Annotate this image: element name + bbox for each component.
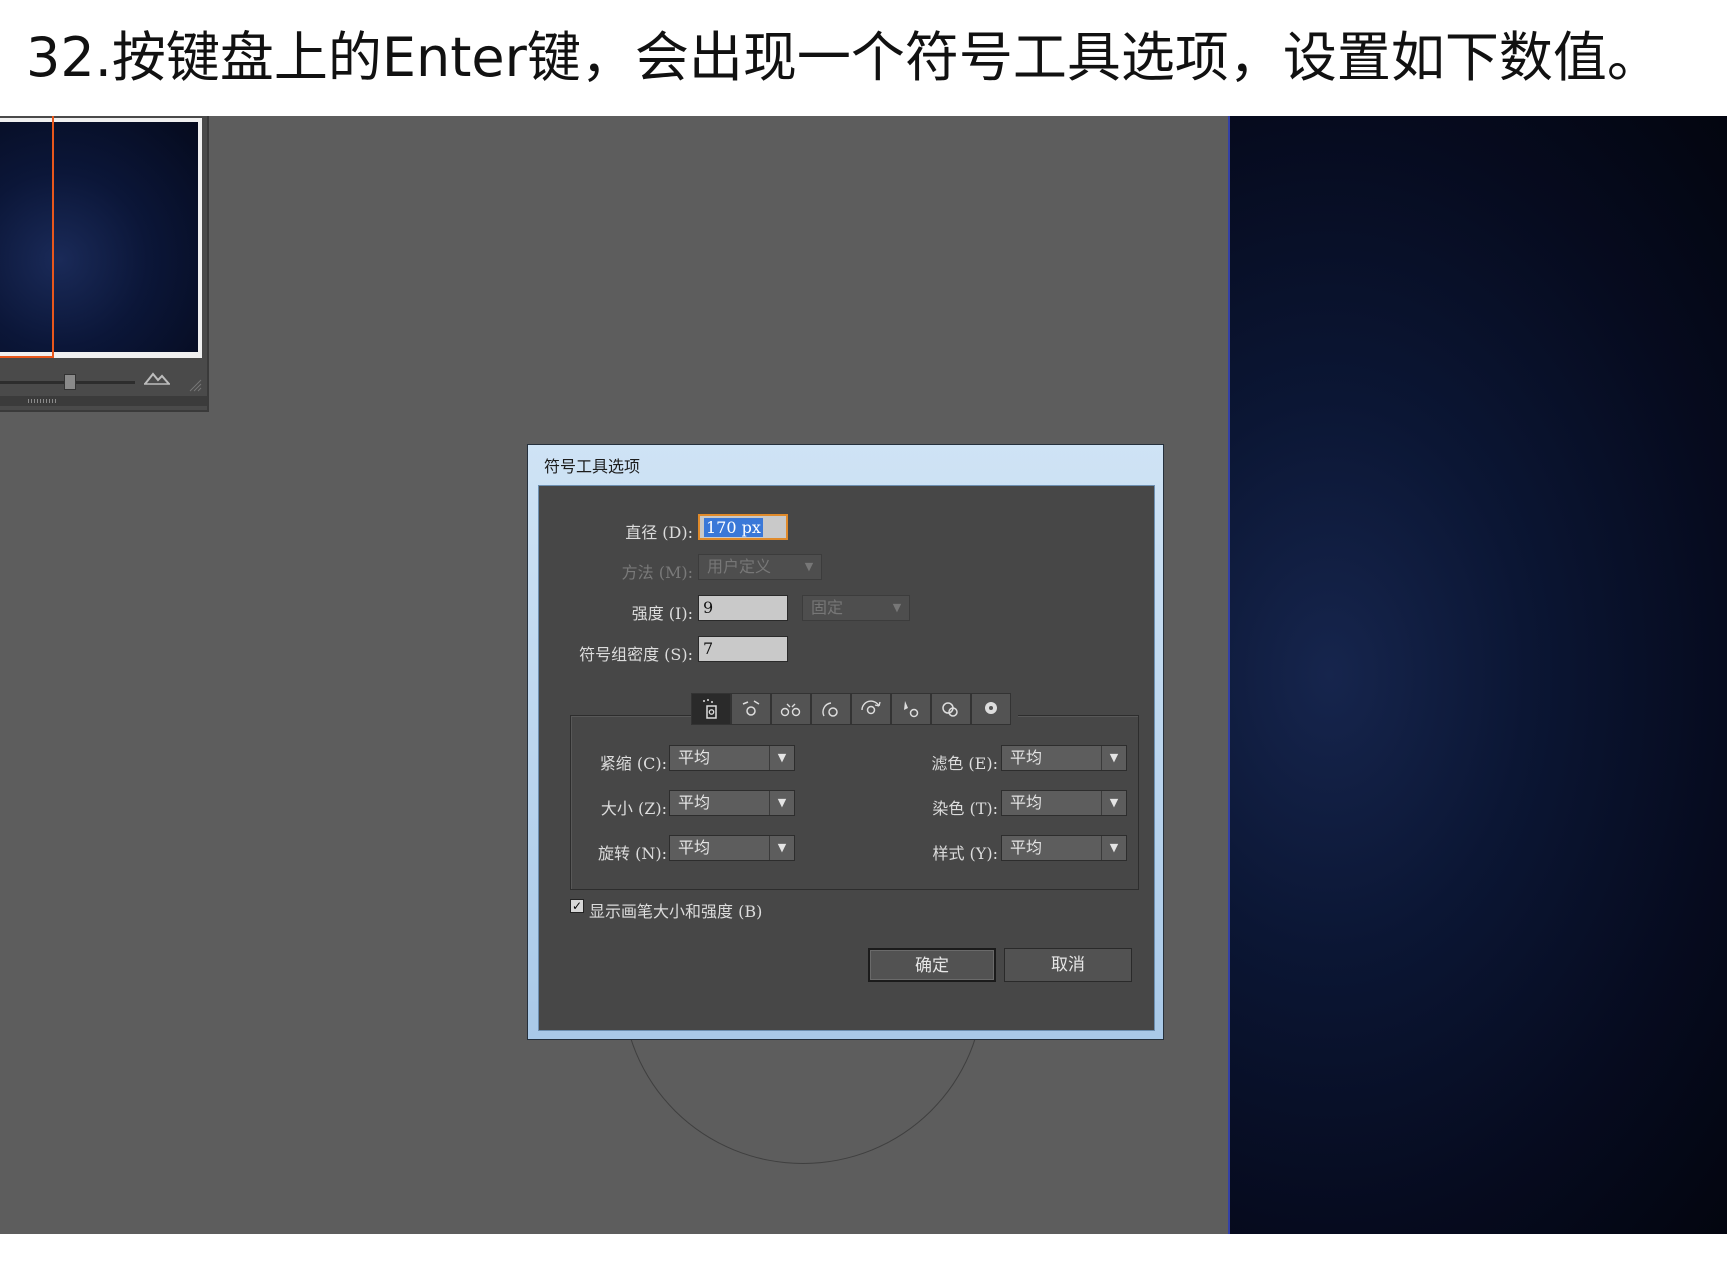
stain-label: 染色 (T):: [932, 799, 998, 818]
size-label: 大小 (Z):: [600, 799, 667, 818]
bottom-margin: [0, 1234, 1727, 1268]
symbol-spinner-icon: [861, 700, 881, 715]
ok-button[interactable]: 确定: [868, 948, 996, 982]
symbol-scruncher-tool[interactable]: [771, 693, 811, 725]
style-dropdown[interactable]: 平均 ▼: [1001, 835, 1127, 861]
artboard-background: [1228, 116, 1727, 1234]
chevron-down-icon: ▼: [804, 560, 814, 573]
method-label: 方法 (M):: [621, 563, 693, 582]
symbol-styler-tool[interactable]: [971, 693, 1011, 725]
stain-dropdown[interactable]: 平均 ▼: [1001, 790, 1127, 816]
chevron-down-icon: ▼: [1101, 746, 1126, 770]
spin-label: 旋转 (N):: [598, 844, 667, 863]
symbol-stainer-tool[interactable]: [891, 693, 931, 725]
canvas-workspace: 符号工具选项 直径 (D): 170 px 方法 (M): 用户定义 ▼ 强度 …: [0, 116, 1727, 1234]
symbol-sprayer-tool[interactable]: [691, 693, 731, 725]
scrunch-value: 平均: [678, 748, 711, 767]
style-value: 平均: [1010, 838, 1043, 857]
dialog-body: 直径 (D): 170 px 方法 (M): 用户定义 ▼ 强度 (I): 9 …: [538, 485, 1155, 1031]
chevron-down-icon: ▼: [1101, 836, 1126, 860]
chevron-down-icon: ▼: [892, 601, 902, 614]
resize-grip-icon[interactable]: [188, 378, 202, 392]
density-label: 符号组密度 (S):: [579, 645, 693, 664]
cancel-button[interactable]: 取消: [1004, 948, 1132, 982]
diameter-label: 直径 (D):: [625, 523, 693, 542]
navigator-thumbnail: [0, 116, 202, 358]
show-brush-size-checkbox[interactable]: ✓: [570, 899, 584, 913]
size-value: 平均: [678, 793, 711, 812]
symbol-sizer-icon: [822, 702, 838, 717]
scrunch-label: 紧缩 (C):: [599, 754, 667, 773]
dialog-title: 符号工具选项: [544, 457, 641, 476]
symbol-scruncher-icon: [780, 703, 801, 717]
method-value: 用户定义: [707, 557, 772, 576]
screen-label: 滤色 (E):: [931, 754, 998, 773]
symbol-tool-strip: [691, 693, 1018, 727]
diameter-input[interactable]: 170 px: [698, 514, 788, 540]
symbol-stainer-icon: [904, 701, 919, 718]
intensity-label: 强度 (I):: [631, 604, 693, 623]
diameter-value: 170 px: [704, 518, 763, 537]
density-input[interactable]: 7: [698, 636, 788, 662]
instruction-caption: 32.按键盘上的Enter键，会出现一个符号工具选项，设置如下数值。: [26, 26, 1661, 89]
intensity-mode-dropdown: 固定 ▼: [802, 595, 910, 621]
screen-value: 平均: [1010, 748, 1043, 767]
zoom-in-mountain-icon[interactable]: [144, 371, 170, 385]
chevron-down-icon: ▼: [769, 746, 794, 770]
symbol-styler-icon: [985, 702, 997, 714]
symbol-shifter-icon: [742, 700, 760, 716]
size-dropdown[interactable]: 平均 ▼: [669, 790, 795, 816]
scrunch-dropdown[interactable]: 平均 ▼: [669, 745, 795, 771]
symbol-screener-icon: [942, 702, 958, 717]
zoom-slider-knob[interactable]: [64, 374, 76, 390]
navigator-view-box[interactable]: [0, 116, 54, 358]
show-brush-size-label: 显示画笔大小和强度 (B): [589, 902, 763, 921]
chevron-down-icon: ▼: [769, 791, 794, 815]
intensity-mode-value: 固定: [811, 598, 844, 617]
method-dropdown: 用户定义 ▼: [698, 554, 822, 580]
symbol-sizer-tool[interactable]: [811, 693, 851, 725]
tool-options-group: 紧缩 (C): 平均 ▼ 大小 (Z): 平均 ▼ 旋转 (N): 平均 ▼ 滤…: [570, 715, 1139, 890]
chevron-down-icon: ▼: [1101, 791, 1126, 815]
stain-value: 平均: [1010, 793, 1043, 812]
spin-dropdown[interactable]: 平均 ▼: [669, 835, 795, 861]
symbol-shifter-tool[interactable]: [731, 693, 771, 725]
symbol-screener-tool[interactable]: [931, 693, 971, 725]
symbol-spinner-tool[interactable]: [851, 693, 891, 725]
navigator-grip-icon[interactable]: [28, 399, 58, 403]
navigator-panel: [0, 116, 209, 412]
chevron-down-icon: ▼: [769, 836, 794, 860]
symbolism-tools-options-dialog: 符号工具选项 直径 (D): 170 px 方法 (M): 用户定义 ▼ 强度 …: [527, 444, 1164, 1040]
spin-value: 平均: [678, 838, 711, 857]
symbol-sprayer-icon: [703, 699, 717, 719]
style-label: 样式 (Y):: [932, 844, 998, 863]
screen-dropdown[interactable]: 平均 ▼: [1001, 745, 1127, 771]
intensity-input[interactable]: 9: [698, 595, 788, 621]
